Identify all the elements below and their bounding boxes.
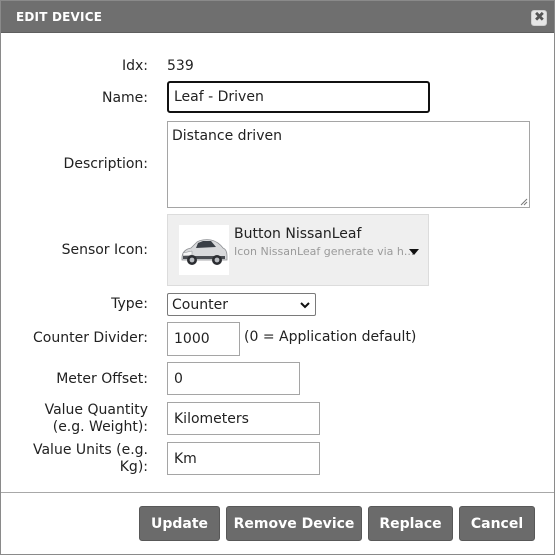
type-label: Type: bbox=[111, 296, 148, 312]
edit-device-dialog: EDIT DEVICE ✖ Idx: 539 Name: Leaf - Driv… bbox=[0, 0, 555, 555]
type-select-value: Counter bbox=[172, 297, 228, 313]
cancel-button[interactable]: Cancel bbox=[459, 506, 535, 541]
sensor-icon-title: Button NissanLeaf bbox=[234, 226, 362, 242]
value-units-value: Km bbox=[174, 450, 197, 467]
counter-divider-input[interactable]: 1000 bbox=[167, 322, 240, 356]
description-label: Description: bbox=[63, 156, 148, 172]
meter-offset-input[interactable]: 0 bbox=[167, 362, 300, 395]
type-select[interactable]: Counter bbox=[167, 293, 316, 316]
value-units-label-line2: Kg): bbox=[119, 459, 148, 475]
idx-label: Idx: bbox=[121, 58, 148, 74]
car-icon bbox=[179, 225, 229, 275]
replace-button[interactable]: Replace bbox=[368, 506, 453, 541]
chevron-down-icon bbox=[300, 302, 310, 309]
sensor-icon-label: Sensor Icon: bbox=[61, 242, 148, 258]
close-icon: ✖ bbox=[534, 10, 545, 25]
name-input-value: Leaf - Driven bbox=[174, 89, 264, 105]
value-quantity-label-line1: Value Quantity bbox=[44, 402, 148, 418]
value-units-input[interactable]: Km bbox=[167, 442, 320, 475]
counter-divider-hint: (0 = Application default) bbox=[244, 329, 417, 345]
footer-divider bbox=[1, 492, 554, 493]
name-label: Name: bbox=[101, 90, 148, 106]
dropdown-caret-icon[interactable] bbox=[409, 249, 419, 255]
meter-offset-label: Meter Offset: bbox=[56, 371, 148, 387]
dialog-title: EDIT DEVICE bbox=[16, 10, 103, 24]
dialog-titlebar[interactable]: EDIT DEVICE ✖ bbox=[1, 1, 554, 33]
counter-divider-label: Counter Divider: bbox=[33, 330, 148, 346]
value-quantity-label-line2: (e.g. Weight): bbox=[52, 419, 148, 435]
value-quantity-value: Kilometers bbox=[174, 410, 249, 427]
close-button[interactable]: ✖ bbox=[531, 10, 547, 26]
name-input[interactable]: Leaf - Driven bbox=[167, 81, 430, 113]
sensor-icon-select[interactable]: Button NissanLeaf Icon NissanLeaf genera… bbox=[167, 214, 429, 286]
sensor-icon-description: Icon NissanLeaf generate via h... bbox=[234, 245, 415, 258]
idx-value: 539 bbox=[167, 58, 194, 74]
remove-device-button[interactable]: Remove Device bbox=[226, 506, 362, 541]
update-button[interactable]: Update bbox=[139, 506, 220, 541]
value-quantity-input[interactable]: Kilometers bbox=[167, 402, 320, 435]
meter-offset-value: 0 bbox=[174, 370, 183, 387]
value-units-label-line1: Value Units (e.g. bbox=[32, 442, 148, 458]
counter-divider-value: 1000 bbox=[174, 331, 210, 347]
description-textarea[interactable]: Distance driven bbox=[167, 121, 530, 208]
resize-grip-icon[interactable] bbox=[519, 197, 528, 206]
description-value: Distance driven bbox=[172, 128, 282, 144]
